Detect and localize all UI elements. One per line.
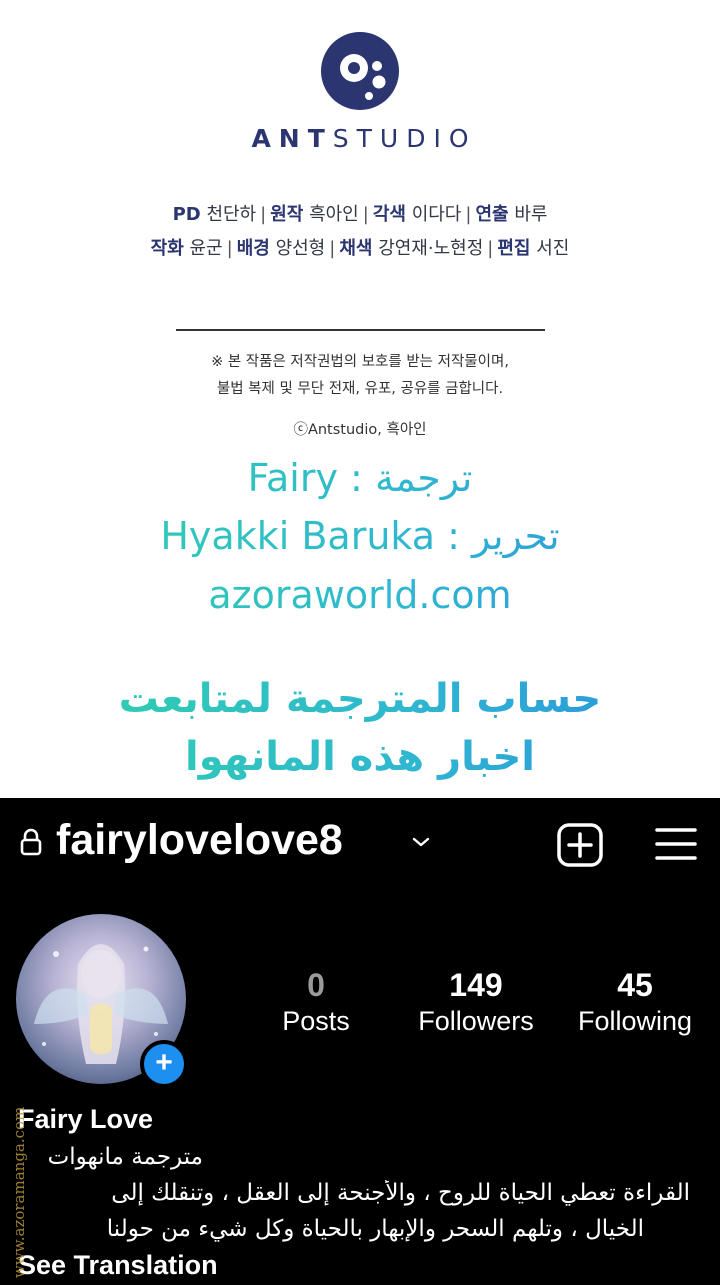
following-count: 45 — [617, 967, 653, 1003]
credit-role: 각색 — [372, 204, 406, 225]
staff-credits-line-1: PD 천단하 | 원작 흑아인 | 각색 이다다 | 연출 바루 — [0, 200, 720, 226]
translator-credit: Fairy : ترجمة — [0, 456, 720, 500]
credit-separator: | — [329, 238, 336, 259]
credit-name: 이다다 — [411, 204, 462, 225]
credit-separator: | — [226, 238, 233, 259]
bio-line-2: القراءة تعطي الحياة للروح ، والأجنحة إلى… — [111, 1180, 690, 1206]
credit-role: PD — [172, 204, 201, 225]
see-translation-link[interactable]: See Translation — [18, 1250, 218, 1281]
credit-role: 배경 — [236, 238, 270, 259]
watermark: www.azoramanga.com — [10, 1107, 28, 1278]
staff-credits-line-2: 작화 윤군 | 배경 양선형 | 채색 강연재·노현정 | 편집 서진 — [0, 234, 720, 260]
credit-role: 작화 — [150, 238, 184, 259]
menu-icon[interactable] — [654, 824, 698, 864]
credit-name: 양선형 — [275, 238, 326, 259]
credit-name: 바루 — [514, 204, 548, 225]
credit-name: 서진 — [536, 238, 570, 259]
posts-stat[interactable]: 0 Posts — [268, 966, 364, 1038]
credits-page: ANTSTUDIO PD 천단하 | 원작 흑아인 | 각색 이다다 | 연출 바루 작화 … — [0, 0, 720, 798]
logo-text-light: STUDIO — [332, 124, 477, 153]
copyright-notice-line-2: 불법 복제 및 무단 전재, 유포, 공유를 금합니다. — [216, 381, 504, 397]
watermark-text: www.azoramanga.com — [10, 1107, 28, 1278]
followers-count: 149 — [449, 967, 503, 1003]
credit-name: 윤군 — [189, 238, 223, 259]
followers-stat[interactable]: 149 Followers — [408, 966, 544, 1038]
credit-role: 채색 — [339, 238, 373, 259]
posts-count: 0 — [307, 967, 325, 1003]
website-link[interactable]: azoraworld.com — [0, 573, 720, 617]
credit-name: 강연재·노현정 — [378, 238, 484, 259]
credit-separator: | — [260, 204, 267, 225]
following-stat[interactable]: 45 Following — [566, 966, 704, 1038]
copyright-text: ⓒAntstudio, 흑아인 — [293, 422, 427, 438]
editor-credit: Hyakki Baruka : تحرير — [0, 514, 720, 558]
follow-note-line-2: اخبار هذه المانهوا — [0, 734, 720, 780]
credit-role: 원작 — [270, 204, 304, 225]
display-name: Fairy Love — [18, 1104, 154, 1134]
logo-text-bold: ANT — [251, 124, 333, 153]
credit-separator: | — [362, 204, 369, 225]
follow-note-line-1: حساب المترجمة لمتابعت — [0, 676, 720, 722]
profile-username[interactable]: fairylovelove8 — [56, 816, 343, 865]
bio-line-3: الخيال ، وتلهم السحر والإبهار بالحياة وك… — [106, 1216, 644, 1242]
bio-line-1: مترجمة مانهوات — [47, 1144, 203, 1170]
divider — [176, 329, 545, 331]
posts-label: Posts — [282, 1006, 350, 1036]
credit-name: 천단하 — [206, 204, 257, 225]
antstudio-wordmark: ANTSTUDIO — [0, 124, 720, 153]
followers-label: Followers — [418, 1006, 534, 1036]
antstudio-logo-icon — [321, 32, 399, 110]
credit-separator: | — [465, 204, 472, 225]
lock-icon — [20, 828, 42, 856]
chevron-down-icon[interactable] — [410, 834, 432, 850]
credit-role: 연출 — [475, 204, 509, 225]
following-label: Following — [577, 1006, 693, 1036]
credit-separator: | — [487, 238, 494, 259]
new-post-icon[interactable] — [556, 822, 604, 868]
copyright-notice-line-1: ※ 본 작품은 저작권법의 보호를 받는 저작물이며, — [211, 354, 509, 370]
add-story-button[interactable]: + — [140, 1040, 188, 1088]
credit-name: 흑아인 — [309, 204, 359, 225]
instagram-profile-screenshot: fairylovelove8 + 0 Posts 149 Followers 4… — [0, 798, 720, 1285]
credit-role: 편집 — [497, 238, 531, 259]
